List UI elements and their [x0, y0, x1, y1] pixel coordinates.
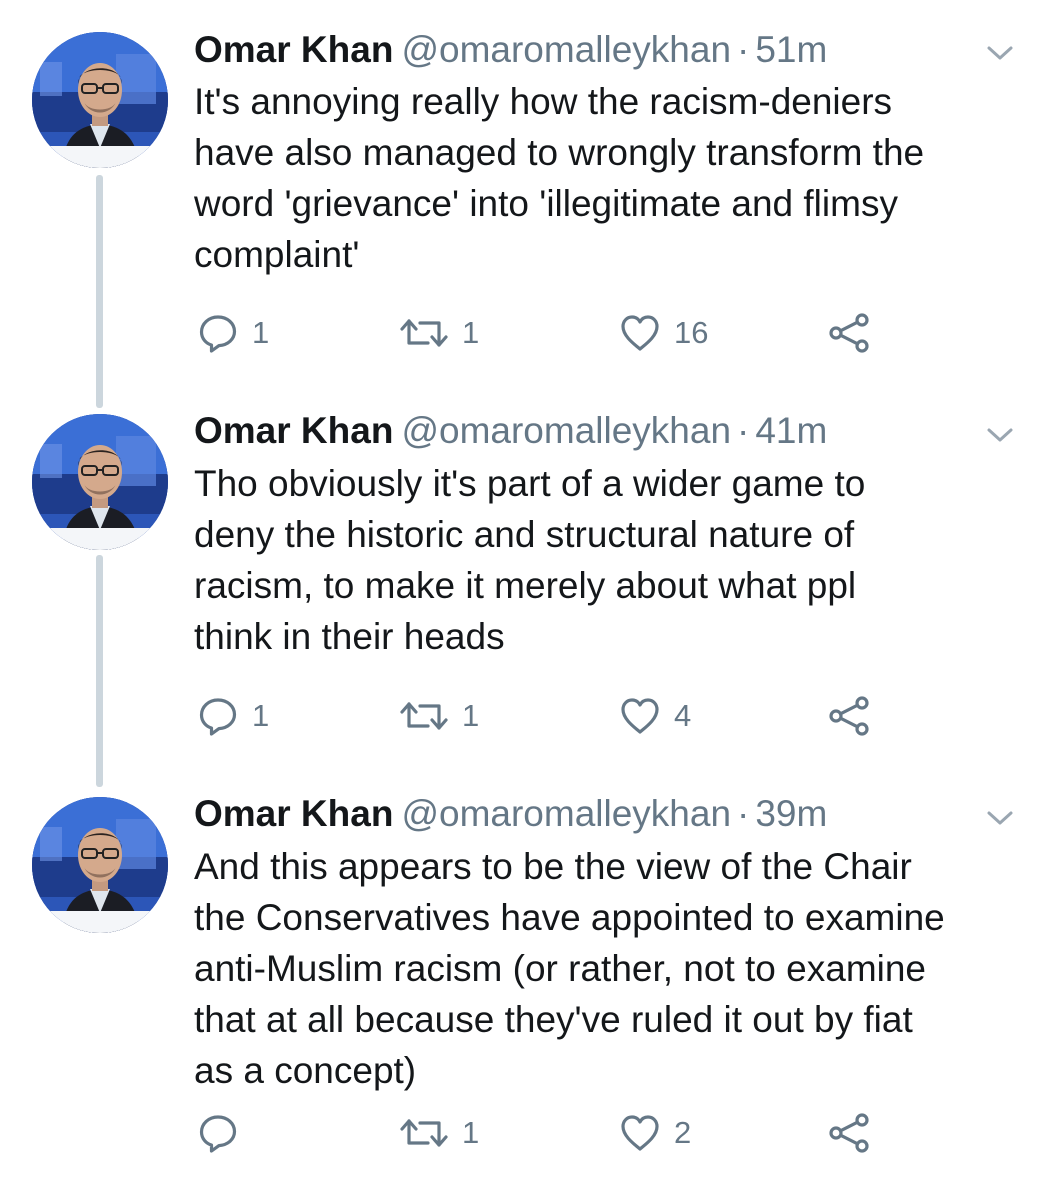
avatar[interactable]: [32, 414, 168, 550]
tweet-header: Omar Khan @omaromalleykhan · 51m: [194, 25, 827, 75]
retweet-count: 1: [462, 1115, 480, 1150]
avatar-image: [32, 414, 168, 550]
author-handle[interactable]: @omaromalleykhan: [401, 793, 731, 834]
like-button[interactable]: 2: [620, 1109, 691, 1157]
retweet-count: 1: [462, 315, 480, 350]
heart-icon: [620, 696, 660, 736]
reply-icon: [198, 696, 238, 736]
header-separator: ·: [737, 793, 750, 834]
reply-icon: [198, 313, 238, 353]
tweet[interactable]: Omar Khan @omaromalleykhan · 41m Tho obviou…: [0, 400, 1043, 783]
chevron-down-icon[interactable]: [985, 424, 1015, 446]
author-name[interactable]: Omar Khan: [194, 793, 393, 834]
like-button[interactable]: 16: [620, 309, 708, 357]
heart-icon: [620, 313, 660, 353]
tweet-text: Tho obviously it's part of a wider game …: [194, 463, 866, 657]
header-separator: ·: [737, 29, 750, 70]
tweet-header: Omar Khan @omaromalleykhan · 41m: [194, 406, 827, 456]
avatar[interactable]: [32, 797, 168, 933]
reply-count: 1: [252, 315, 270, 350]
retweet-icon: [400, 313, 448, 353]
avatar-image: [32, 32, 168, 168]
share-icon: [828, 696, 872, 736]
author-name[interactable]: Omar Khan: [194, 29, 393, 70]
reply-count: 1: [252, 698, 270, 733]
author-handle[interactable]: @omaromalleykhan: [401, 410, 731, 451]
header-separator: ·: [737, 410, 750, 451]
share-icon: [828, 313, 872, 353]
like-count: 2: [674, 1115, 692, 1150]
reply-button[interactable]: 1: [198, 309, 269, 357]
like-button[interactable]: 4: [620, 692, 691, 740]
like-count: 4: [674, 698, 692, 733]
tweet-actions: 1 1 16: [194, 309, 894, 357]
heart-icon: [620, 1113, 660, 1153]
tweet[interactable]: Omar Khan @omaromalleykhan · 51m It's annoy…: [0, 0, 1043, 400]
retweet-button[interactable]: 1: [400, 1109, 479, 1157]
author-name[interactable]: Omar Khan: [194, 410, 393, 451]
tweet-actions: 1 2: [194, 1109, 894, 1157]
tweet-text: And this appears to be the view of the C…: [194, 846, 945, 1091]
chevron-down-icon[interactable]: [985, 807, 1015, 829]
share-icon: [828, 1113, 872, 1153]
avatar-image: [32, 797, 168, 933]
retweet-button[interactable]: 1: [400, 309, 479, 357]
reply-button[interactable]: [198, 1109, 252, 1157]
tweet-timestamp[interactable]: 51m: [755, 29, 827, 70]
chevron-down-icon[interactable]: [985, 42, 1015, 64]
tweet-timestamp[interactable]: 39m: [755, 793, 827, 834]
tweet-thread: Omar Khan @omaromalleykhan · 51m It's annoy…: [0, 0, 1043, 1200]
reply-icon: [198, 1113, 238, 1153]
reply-button[interactable]: 1: [198, 692, 269, 740]
author-handle[interactable]: @omaromalleykhan: [401, 29, 731, 70]
retweet-count: 1: [462, 698, 480, 733]
share-button[interactable]: [828, 1109, 872, 1157]
avatar[interactable]: [32, 32, 168, 168]
tweet-timestamp[interactable]: 41m: [755, 410, 827, 451]
share-button[interactable]: [828, 692, 872, 740]
like-count: 16: [674, 315, 709, 350]
share-button[interactable]: [828, 309, 872, 357]
tweet-text: It's annoying really how the racism-deni…: [194, 81, 925, 275]
tweet[interactable]: Omar Khan @omaromalleykhan · 39m And this a…: [0, 783, 1043, 1200]
retweet-icon: [400, 696, 448, 736]
tweet-header: Omar Khan @omaromalleykhan · 39m: [194, 789, 827, 839]
tweet-actions: 1 1 4: [194, 692, 894, 740]
retweet-icon: [400, 1113, 448, 1153]
retweet-button[interactable]: 1: [400, 692, 479, 740]
